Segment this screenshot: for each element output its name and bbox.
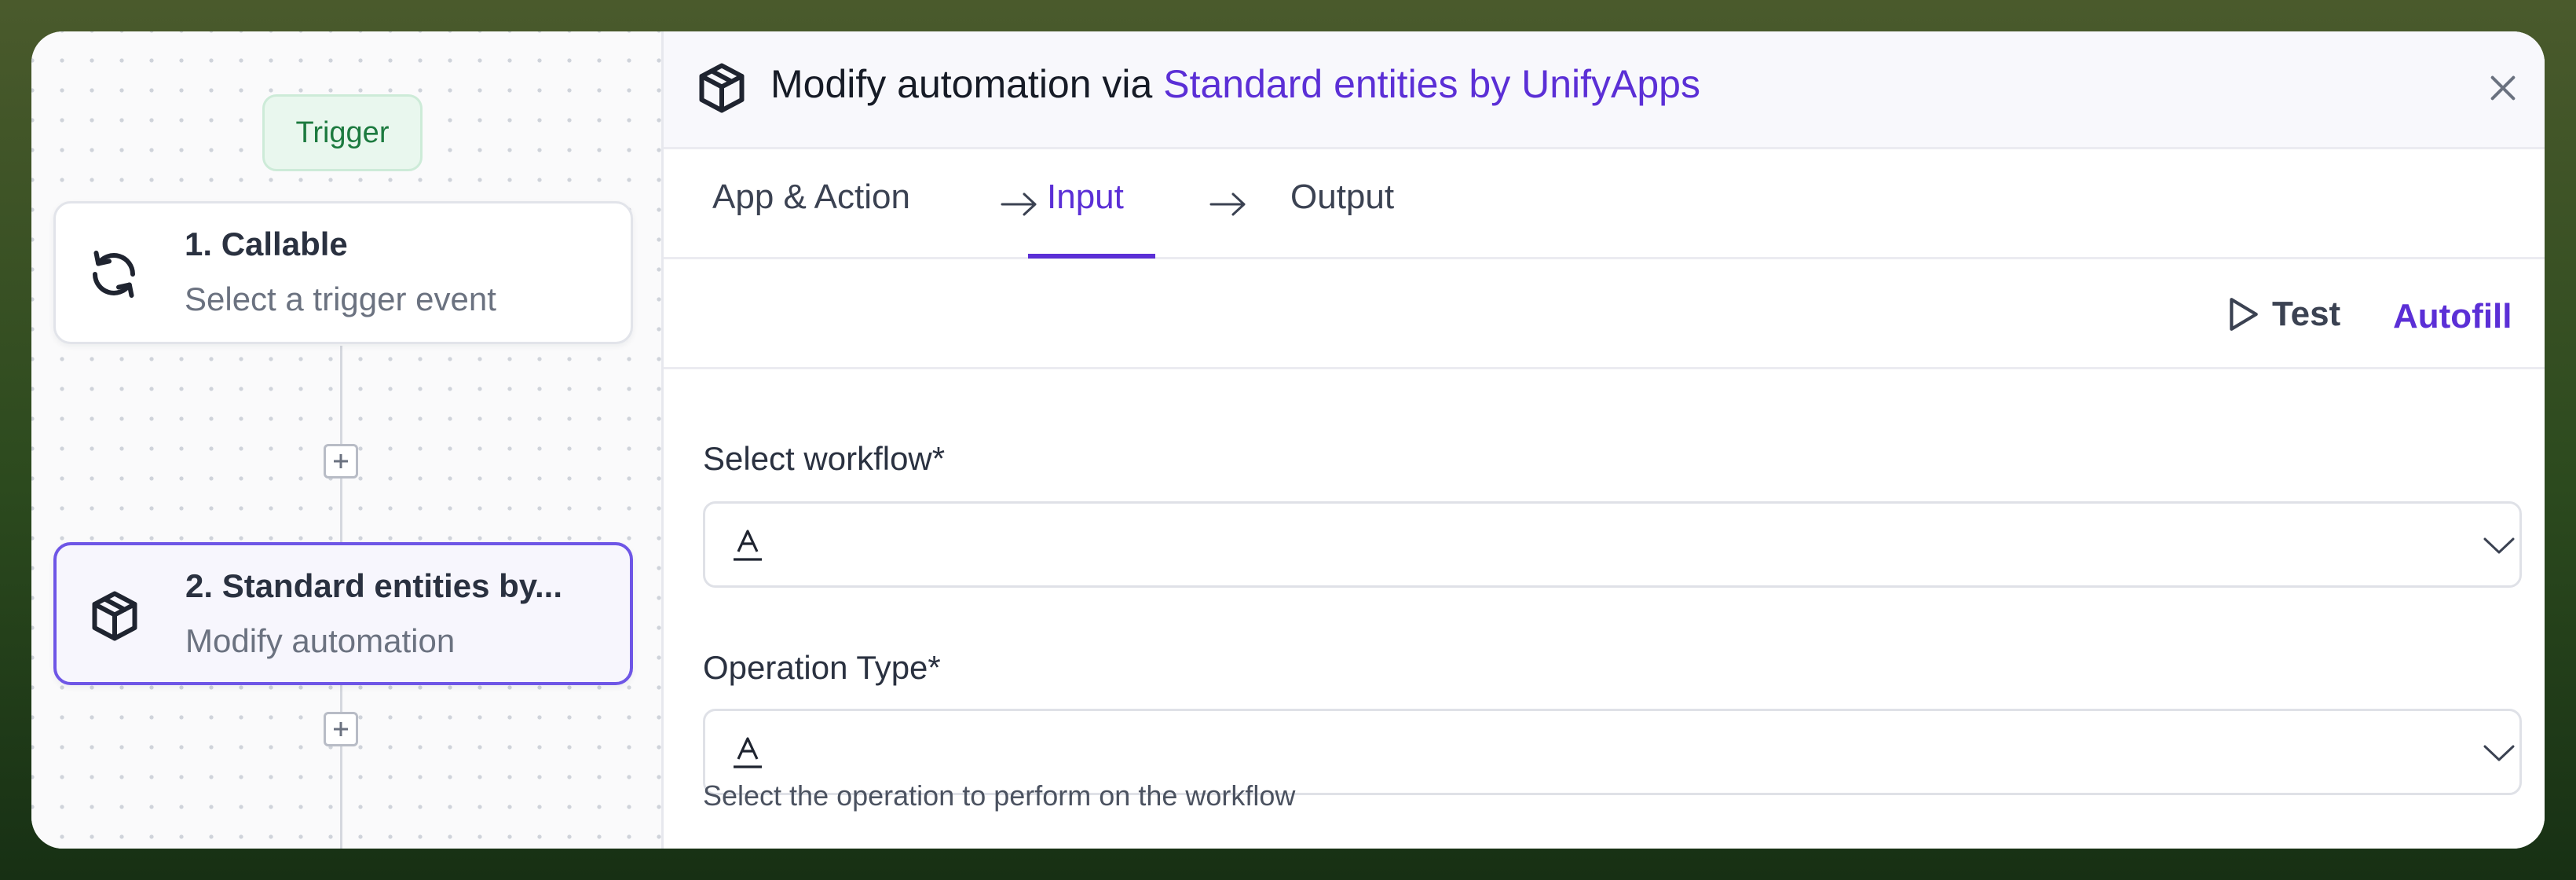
sync-icon [93,251,135,298]
arrow-right-icon [1001,192,1037,216]
panel-toolbar: Test Autofill [664,259,2545,369]
text-type-icon [734,530,762,561]
tab-app-action[interactable]: App & Action [712,178,910,217]
step-tabs: App & Action Input Output [664,149,2545,259]
panel-header: Modify automation via Standard entities … [664,31,2545,149]
plus-icon [334,722,348,736]
close-icon[interactable] [2487,72,2519,104]
step-title: 2. Standard entities by... [185,567,563,604]
tab-output[interactable]: Output [1290,178,1394,217]
tab-input[interactable]: Input [1047,178,1124,217]
chevron-down-icon[interactable] [2482,741,2516,764]
connector-line [340,674,342,849]
add-step-button[interactable] [324,444,358,478]
add-step-button[interactable] [324,712,358,746]
workflow-canvas[interactable]: Trigger 1. Callable Select a trigger eve… [31,31,664,849]
arrow-right-icon [1209,192,1246,216]
app-window: Trigger 1. Callable Select a trigger eve… [31,31,2545,849]
panel-title-prefix: Modify automation via [770,62,1164,106]
step-subtitle: Select a trigger event [185,280,496,317]
autofill-button[interactable]: Autofill [2393,297,2512,336]
step-subtitle: Modify automation [185,622,456,659]
plus-icon [334,454,348,468]
step-config-panel: Modify automation via Standard entities … [664,31,2545,849]
test-button-label: Test [2272,295,2341,333]
operation-type-help-text: Select the operation to perform on the w… [703,779,1296,812]
box-icon [699,63,745,113]
operation-type-label: Operation Type* [703,649,941,686]
chevron-down-icon[interactable] [2482,534,2516,557]
step-node-standard-entities[interactable]: 2. Standard entities by... Modify automa… [53,542,633,685]
app-link[interactable]: Standard entities by UnifyApps [1163,62,1700,106]
box-icon [92,591,137,641]
select-workflow-label: Select workflow* [703,440,946,477]
test-button[interactable]: Test [2227,291,2340,338]
play-icon [2230,298,2258,331]
panel-title: Modify automation via Standard entities … [770,61,1700,107]
step-node-callable[interactable]: 1. Callable Select a trigger event [53,201,633,344]
text-type-icon [734,737,762,768]
active-tab-indicator [1028,254,1155,258]
trigger-badge: Trigger [262,94,423,171]
step-title: 1. Callable [185,226,348,262]
select-workflow-dropdown[interactable] [703,501,2522,588]
